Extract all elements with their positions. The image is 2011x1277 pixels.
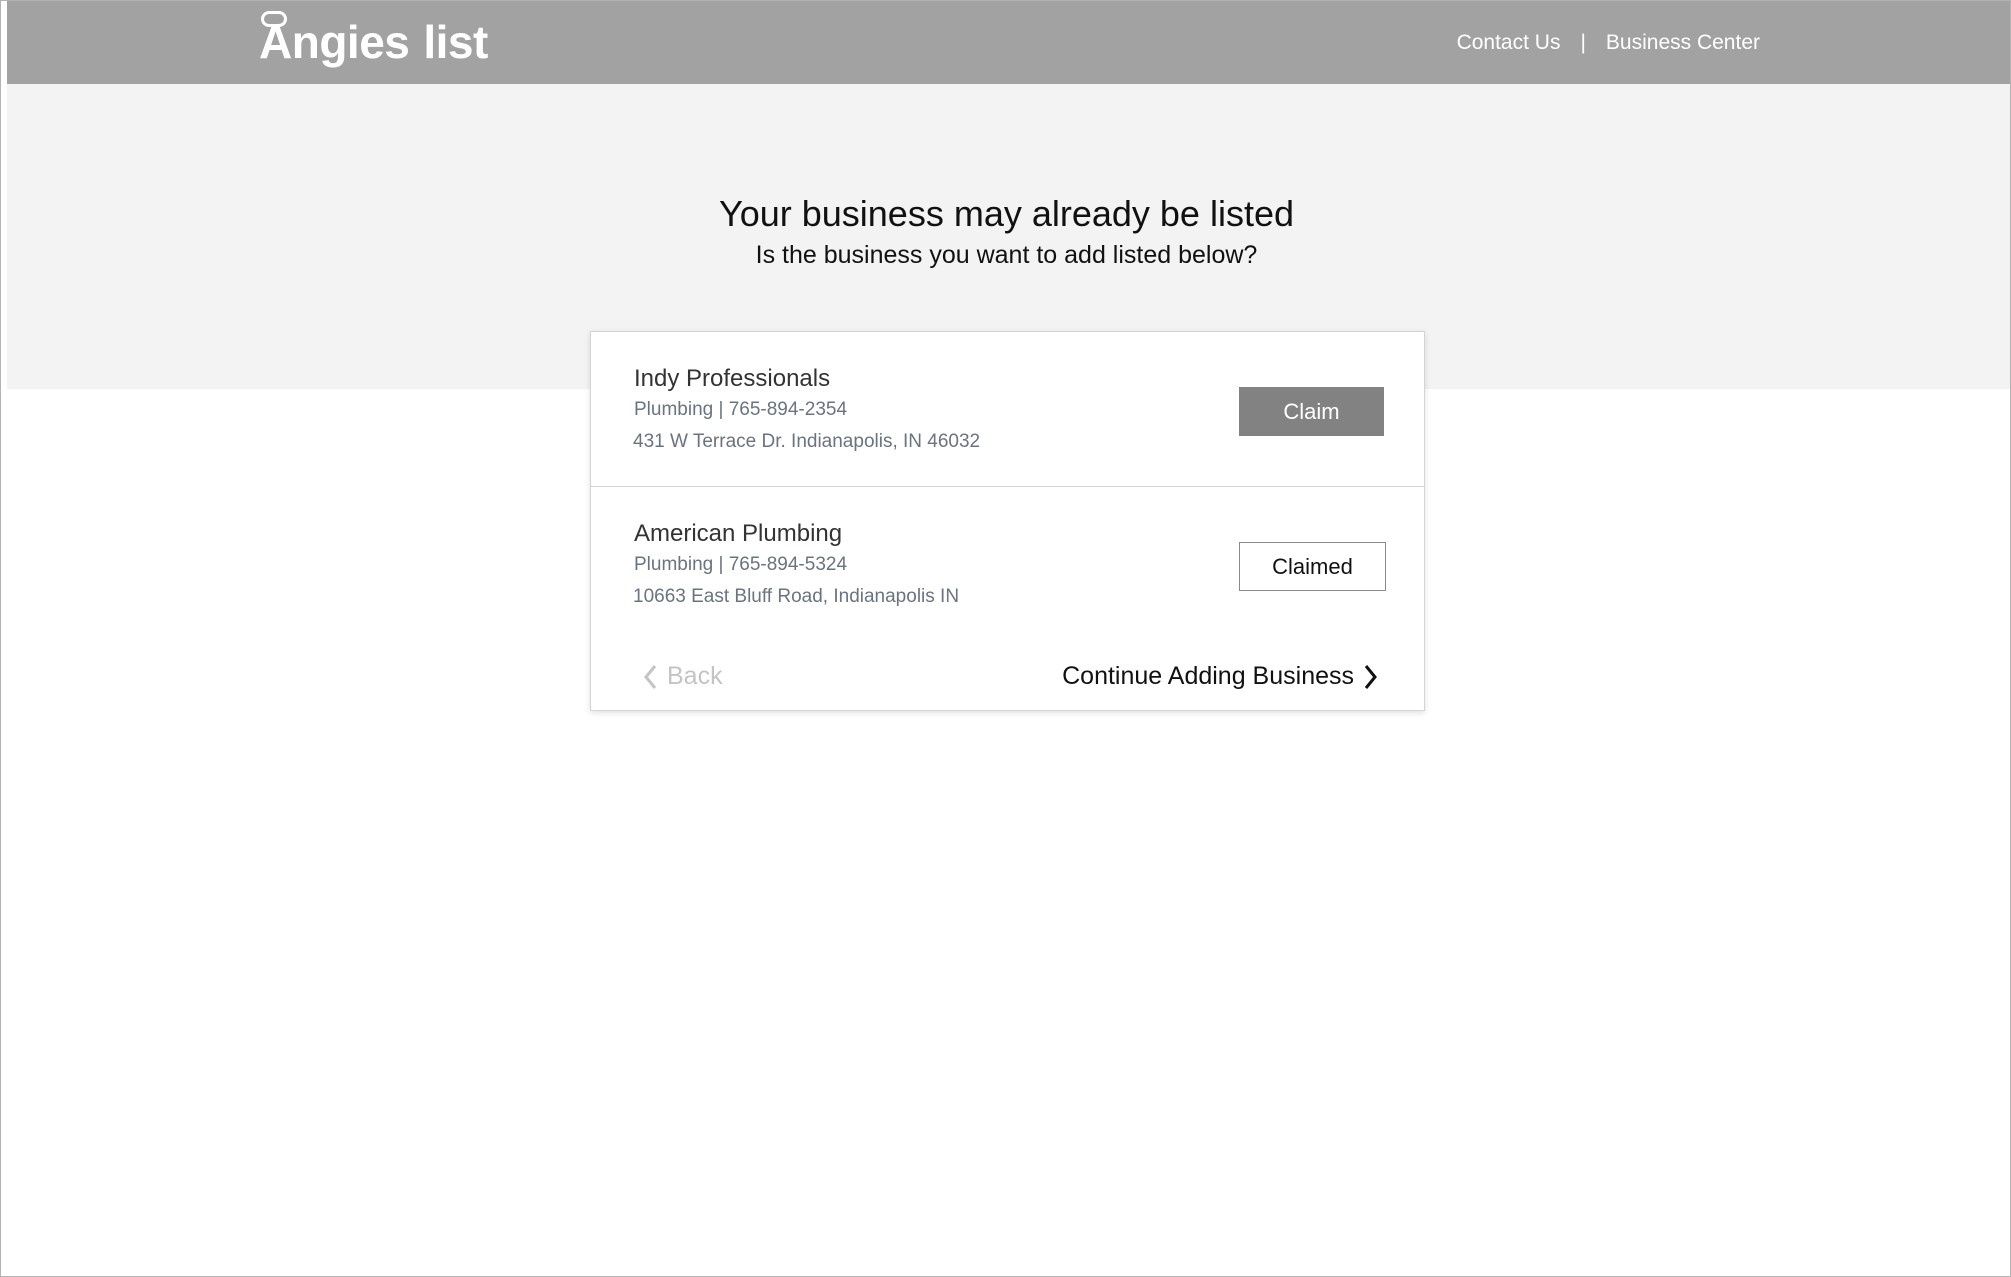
business-address: 10663 East Bluff Road, Indianapolis IN [633,586,960,607]
claim-button[interactable]: Claim [1239,387,1384,436]
business-category-phone: Plumbing | 765-894-2354 [634,399,848,420]
nav-separator: | [1580,31,1586,54]
page-frame: Angies list Contact Us | Business Center… [0,0,2011,1277]
business-category-phone: Plumbing | 765-894-5324 [634,554,848,575]
top-bar: Angies list Contact Us | Business Center [7,1,2010,84]
business-center-link[interactable]: Business Center [1606,31,1760,55]
contact-us-link[interactable]: Contact Us [1457,31,1561,55]
page-title: Your business may already be listed [719,193,1294,234]
business-name: Indy Professionals [634,365,831,392]
header-nav: Contact Us | Business Center [1457,31,1760,55]
continue-adding-business-button[interactable]: Continue Adding Business [1062,662,1378,691]
back-label: Back [667,662,723,690]
card-footer-nav: Back Continue Adding Business [591,642,1424,710]
logo-word-list: list [423,16,488,68]
logo-word-angies: Angies [259,11,410,68]
back-button[interactable]: Back [643,662,723,691]
business-listing: Indy Professionals Plumbing | 765-894-23… [591,332,1424,487]
claimed-status-badge: Claimed [1239,542,1386,591]
business-listing: American Plumbing Plumbing | 765-894-532… [591,487,1424,641]
business-name: American Plumbing [634,520,843,547]
chevron-left-icon [644,664,657,689]
angies-list-logo[interactable]: Angies list [259,11,488,69]
chevron-right-icon [1364,664,1377,689]
business-address: 431 W Terrace Dr. Indianapolis, IN 46032 [633,431,981,452]
page-subtitle: Is the business you want to add listed b… [755,241,1258,269]
business-results-card: Indy Professionals Plumbing | 765-894-23… [590,331,1425,711]
continue-label: Continue Adding Business [1062,662,1354,690]
